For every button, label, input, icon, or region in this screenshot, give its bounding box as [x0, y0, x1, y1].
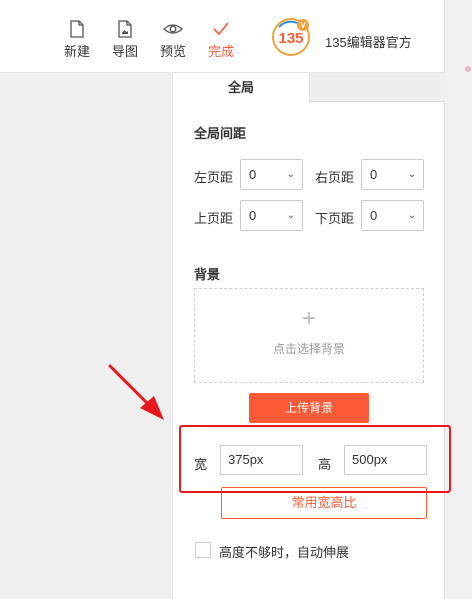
top-margin-select[interactable]: 0 ⌄ — [240, 200, 303, 231]
top-toolbar: 新建 导图 预览 完成 135 V 135编辑器官方 — [0, 0, 444, 73]
top-margin-value: 0 — [249, 208, 257, 223]
chevron-down-icon: ⌄ — [286, 210, 295, 221]
right-margin-value: 0 — [370, 167, 378, 182]
eye-icon — [163, 24, 183, 34]
width-label: 宽 — [194, 457, 208, 472]
new-label: 新建 — [63, 44, 90, 59]
tab-global[interactable]: 全局 — [173, 73, 310, 103]
image-file-icon — [118, 20, 132, 38]
file-icon — [70, 20, 84, 38]
height-label: 高 — [318, 457, 332, 472]
annotation-arrow-icon — [108, 364, 164, 420]
chevron-down-icon: ⌄ — [407, 169, 416, 180]
background-title: 背景 — [194, 267, 221, 282]
right-edge-strip — [444, 0, 472, 599]
plus-icon: + — [301, 305, 316, 332]
brand-name: 135编辑器官方 — [325, 35, 412, 50]
decorative-mark — [465, 66, 471, 72]
preview-label: 预览 — [159, 44, 186, 59]
background-picker[interactable]: + 点击选择背景 — [194, 288, 424, 383]
export-image-label: 导图 — [111, 44, 138, 59]
bottom-margin-label: 下页距 — [315, 211, 355, 226]
bottom-margin-select[interactable]: 0 ⌄ — [361, 200, 424, 231]
checkmark-icon — [213, 22, 229, 36]
chevron-down-icon: ⌄ — [286, 169, 295, 180]
left-margin-value: 0 — [249, 167, 257, 182]
right-margin-label: 右页距 — [315, 170, 355, 185]
background-hint: 点击选择背景 — [272, 342, 345, 356]
spacing-title: 全局间距 — [194, 126, 247, 141]
tab-bar-filler — [310, 73, 445, 101]
upload-background-button[interactable]: 上传背景 — [249, 393, 369, 423]
new-button[interactable]: 新建 — [59, 20, 95, 60]
settings-panel: 全局 全局间距 左页距 0 ⌄ 右页距 0 ⌄ 上页距 0 ⌄ 下页距 0 ⌄ … — [172, 73, 445, 599]
top-margin-label: 上页距 — [194, 211, 234, 226]
tab-bar: 全局 — [173, 73, 445, 103]
brand-logo: 135 V — [272, 18, 310, 56]
chevron-down-icon: ⌄ — [407, 210, 416, 221]
done-button[interactable]: 完成 — [203, 20, 239, 60]
preview-button[interactable]: 预览 — [155, 20, 191, 60]
export-image-button[interactable]: 导图 — [107, 20, 143, 60]
auto-extend-label: 高度不够时，自动伸展 — [219, 545, 350, 560]
common-ratio-button[interactable]: 常用宽高比 — [221, 487, 427, 519]
width-input[interactable]: 375px — [220, 445, 303, 475]
left-margin-label: 左页距 — [194, 170, 234, 185]
done-label: 完成 — [207, 44, 234, 59]
logo-badge: V — [300, 21, 306, 30]
height-input[interactable]: 500px — [344, 445, 427, 475]
auto-extend-checkbox[interactable] — [195, 542, 211, 558]
bottom-margin-value: 0 — [370, 208, 378, 223]
right-margin-select[interactable]: 0 ⌄ — [361, 159, 424, 190]
logo-text: 135 — [278, 30, 303, 47]
left-margin-select[interactable]: 0 ⌄ — [240, 159, 303, 190]
